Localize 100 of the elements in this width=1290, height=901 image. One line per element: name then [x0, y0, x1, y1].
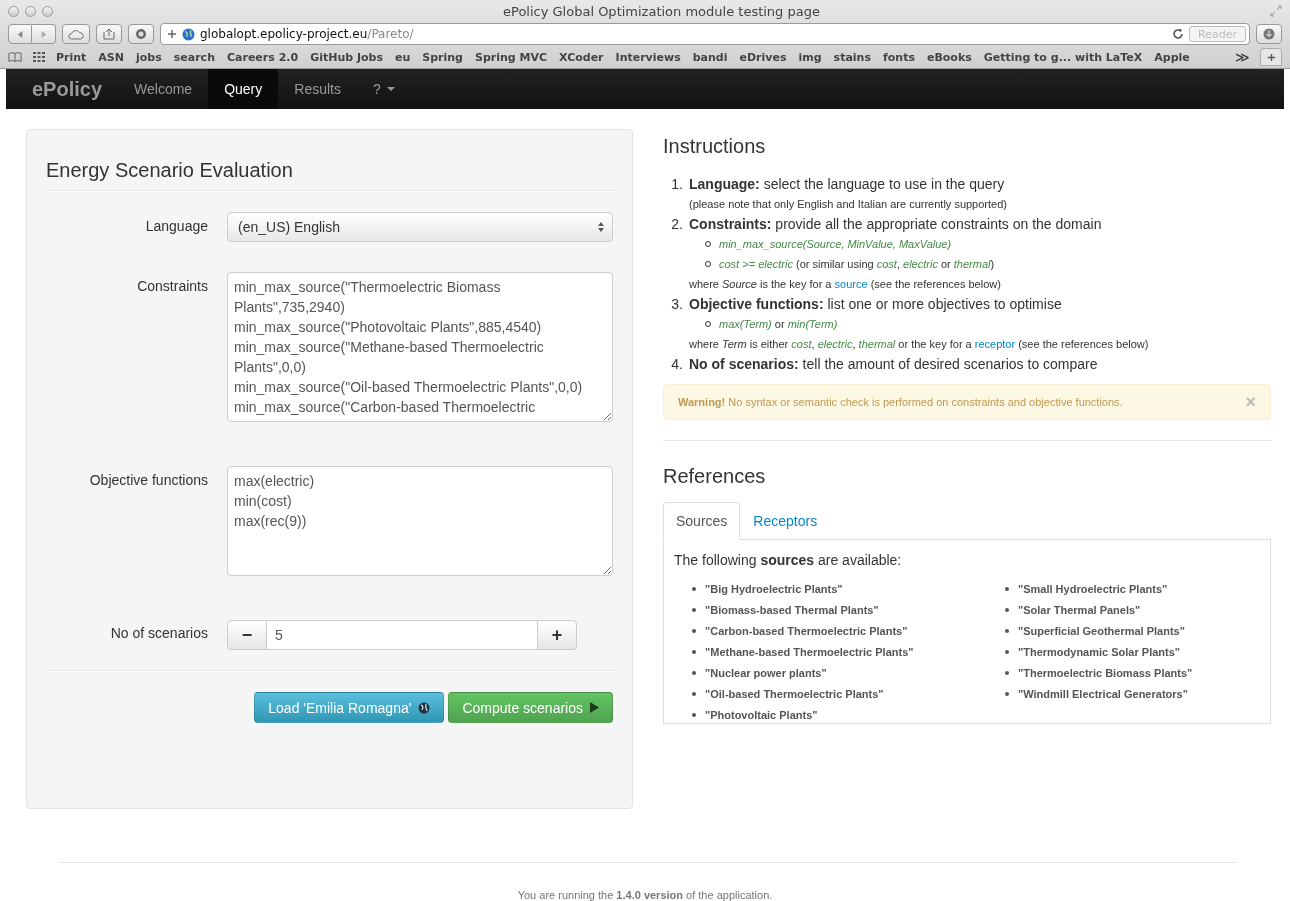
section-title: References	[663, 465, 767, 488]
source-name: "Oil-based Thermoelectric Plants"	[705, 687, 884, 700]
download-button[interactable]	[1256, 24, 1282, 44]
zoom-window-icon[interactable]	[42, 5, 53, 17]
field-label: No of scenarios	[109, 624, 208, 641]
close-window-icon[interactable]	[8, 5, 19, 17]
bookmark-link[interactable]: stains	[833, 50, 871, 64]
bookmark-link[interactable]: Careers 2.0	[227, 50, 299, 64]
add-icon[interactable]	[167, 29, 177, 39]
instruction-text: No of scenarios: tell the amount of desired scenarios to compare	[689, 355, 1099, 374]
objectives-textarea[interactable]: max(electric) min(cost) max(rec(9))	[227, 466, 613, 576]
source-name: "Superficial Geothermal Plants"	[1018, 624, 1185, 637]
bookmark-link[interactable]: Print	[56, 50, 87, 64]
bullet-icon	[1005, 691, 1009, 696]
syntax-example: cost >= electric (or similar using cost, electric or thermal)	[719, 257, 995, 272]
brand-link[interactable]: ePolicy	[32, 77, 103, 101]
bookmark-link[interactable]: jobs	[136, 50, 162, 64]
bookmark-link[interactable]: Spring	[422, 50, 463, 64]
bookmark-link[interactable]: search	[173, 50, 215, 64]
list-number: 1.	[671, 175, 683, 194]
bullet-icon	[692, 712, 696, 717]
source-name: "Thermoelectric Biomass Plants"	[1018, 666, 1193, 679]
address-field[interactable]: globalopt.epolicy-project.eu/Pareto/ Reader	[160, 23, 1250, 45]
bullet-icon	[1005, 649, 1009, 654]
source-name: "Windmill Electrical Generators"	[1018, 687, 1188, 700]
bookmark-link[interactable]: Apple	[1154, 50, 1190, 64]
source-name: "Photovoltaic Plants"	[705, 708, 818, 721]
download-icon	[1263, 28, 1275, 40]
tab[interactable]: Receptors	[740, 502, 831, 540]
tab[interactable]: Sources	[663, 502, 741, 540]
syntax-example: max(Term) or min(Term)	[719, 317, 838, 332]
source-name: "Methane-based Thermoelectric Plants"	[705, 645, 914, 658]
bookmark-link[interactable]: Interviews	[615, 50, 681, 64]
forward-arrow-icon	[39, 29, 48, 39]
bookmark-link[interactable]: eu	[395, 50, 411, 64]
intro-text: The following sources are available:	[674, 552, 903, 568]
source-name: "Thermodynamic Solar Plants"	[1018, 645, 1181, 658]
scenarios-input[interactable]: 5	[267, 620, 537, 650]
list-number: 4.	[671, 355, 683, 374]
bookmark-link[interactable]: fonts	[883, 50, 915, 64]
hand-button[interactable]	[128, 24, 154, 44]
field-label: Constraints	[136, 277, 208, 294]
ring-icon	[135, 28, 147, 40]
note-text: (please note that only English and Italian are currently supported)	[689, 197, 1008, 212]
section-title: Instructions	[663, 135, 767, 158]
plus-icon	[1266, 52, 1276, 62]
note-text: where Term is either cost, electric, thermal or the key for a receptor (see the references below)	[689, 337, 1150, 352]
minimize-window-icon[interactable]	[25, 5, 36, 17]
increment-button[interactable]: +	[537, 620, 577, 650]
grid-icon[interactable]	[32, 51, 46, 63]
bookmark-link[interactable]: eDrives	[739, 50, 787, 64]
source-name: "Big Hydroelectric Plants"	[705, 582, 843, 595]
bookmark-link[interactable]: Spring MVC	[475, 50, 548, 64]
reload-icon[interactable]	[1172, 28, 1185, 40]
dropdown-menu-link[interactable]: ?	[356, 69, 411, 109]
version-text: You are running the 1.4.0 version of the application.	[516, 889, 774, 901]
inline-link[interactable]: receptor	[974, 338, 1016, 350]
cloud-icon	[67, 28, 85, 40]
bookmark-link[interactable]: img	[798, 50, 822, 64]
field-label: Objective functions	[88, 471, 208, 488]
language-select[interactable]: (en_US) English	[227, 212, 613, 242]
bullet-icon	[692, 607, 696, 612]
bookmark-link[interactable]: ASN	[98, 50, 124, 64]
list-number: 3.	[671, 295, 683, 314]
nav-link[interactable]: Query	[208, 69, 279, 109]
back-button[interactable]	[8, 24, 32, 44]
inline-link[interactable]: source	[834, 278, 868, 290]
globe-icon	[418, 701, 431, 714]
share-button[interactable]	[96, 24, 122, 44]
more-bookmarks-button[interactable]: ≫	[1235, 49, 1250, 65]
decrement-button[interactable]: −	[227, 620, 267, 650]
cloud-button[interactable]	[62, 24, 90, 44]
new-tab-button[interactable]	[1260, 48, 1282, 66]
bullet-icon	[1005, 628, 1009, 633]
bullet-icon	[1005, 607, 1009, 612]
bullet-icon	[692, 691, 696, 696]
instruction-text: Constraints: provide all the appropriate constraints on the domain	[689, 215, 1103, 234]
fullscreen-icon[interactable]	[1270, 5, 1282, 17]
book-icon[interactable]	[8, 51, 22, 63]
bullet-icon	[692, 586, 696, 591]
bookmark-link[interactable]: bandi	[692, 50, 728, 64]
bookmark-link[interactable]: XCoder	[559, 50, 604, 64]
nav-link[interactable]: Results	[278, 69, 357, 109]
warning-text: Warning! No syntax or semantic check is performed on constraints and objective functions.	[678, 396, 1123, 408]
bullet-icon	[1005, 586, 1009, 591]
bookmark-link[interactable]: eBooks	[926, 50, 972, 64]
bullet-icon	[692, 670, 696, 675]
list-number: 2.	[671, 215, 683, 234]
bookmark-link[interactable]: GitHub Jobs	[310, 50, 383, 64]
source-name: "Nuclear power plants"	[705, 666, 827, 679]
syntax-example: min_max_source(Source, MinValue, MaxValue)	[719, 237, 952, 252]
bullet-icon	[1005, 670, 1009, 675]
share-icon	[102, 28, 116, 40]
bullet-icon	[692, 628, 696, 633]
bookmark-link[interactable]: Getting to g... with LaTeX	[983, 50, 1143, 64]
forward-button[interactable]	[32, 24, 56, 44]
back-arrow-icon	[15, 29, 25, 39]
constraints-textarea[interactable]: min_max_source("Thermoelectric Biomass Plants",735,2940) min_max_source("Photovoltaic Plants",885,4540) min_max_source("Methane-based Thermoelectric Plants",0,0) min_max_source("Oil-based Thermoelectric Plants",0,0) min_max_source("Carbon-based Thermoelectric	[227, 272, 613, 422]
form-title: Energy Scenario Evaluation	[46, 159, 294, 182]
nav-link[interactable]: Welcome	[118, 69, 209, 109]
